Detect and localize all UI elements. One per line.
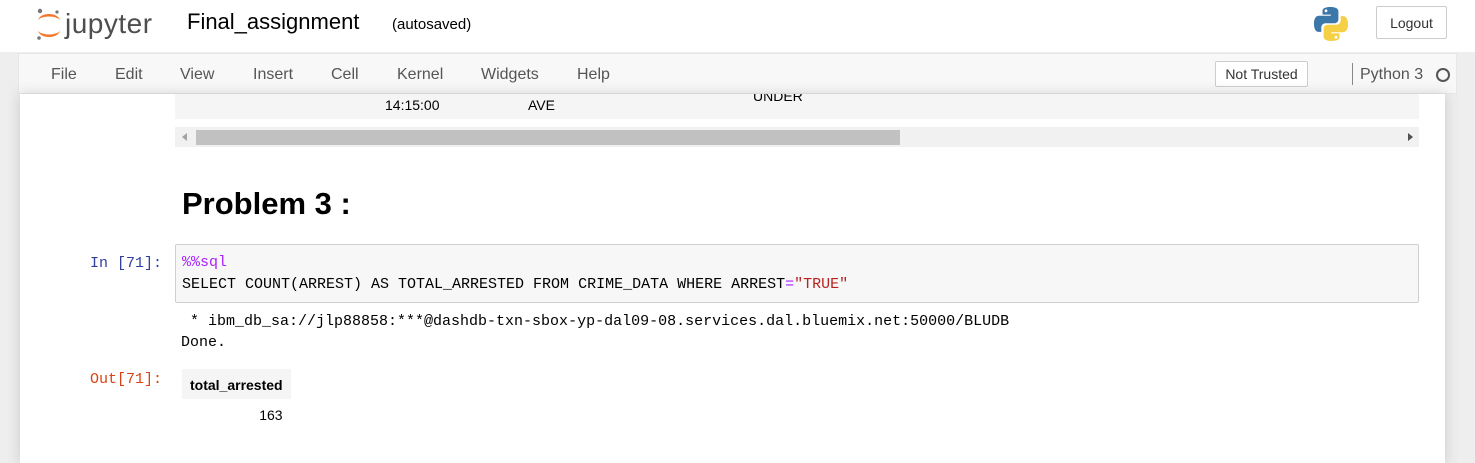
jupyter-logo-icon bbox=[37, 8, 60, 40]
jupyter-wordmark: jupyter bbox=[65, 8, 153, 39]
menu-cell[interactable]: Cell bbox=[331, 66, 359, 84]
scroll-left-arrow-icon[interactable] bbox=[182, 133, 187, 141]
sql-query-text: SELECT COUNT(ARREST) AS TOTAL_ARRESTED F… bbox=[182, 276, 786, 293]
stdout-connection-line: * ibm_db_sa://jlp88858:***@dashdb-txn-sb… bbox=[181, 313, 1010, 330]
result-cell: 163 bbox=[259, 407, 283, 423]
sql-operator: = bbox=[785, 276, 795, 293]
scroll-right-arrow-icon[interactable] bbox=[1408, 133, 1413, 141]
output-horizontal-scrollbar[interactable] bbox=[175, 127, 1419, 147]
logout-button[interactable]: Logout bbox=[1376, 6, 1447, 39]
autosave-status: (autosaved) bbox=[392, 16, 472, 33]
input-prompt: In [71]: bbox=[90, 255, 163, 272]
notebook-container: 14:15:00 AVE UNDER Problem 3 : In [71]: … bbox=[20, 94, 1445, 463]
table-cell-street: AVE bbox=[528, 97, 555, 113]
markdown-heading: Problem 3 : bbox=[182, 186, 351, 221]
scrollbar-thumb[interactable] bbox=[196, 130, 900, 145]
menu-kernel[interactable]: Kernel bbox=[397, 66, 443, 84]
code-line-2: SELECT COUNT(ARREST) AS TOTAL_ARRESTED F… bbox=[182, 276, 848, 293]
menu-insert[interactable]: Insert bbox=[253, 66, 293, 84]
kernel-idle-indicator-icon bbox=[1436, 68, 1450, 82]
menu-view[interactable]: View bbox=[180, 66, 214, 84]
menu-help[interactable]: Help bbox=[577, 66, 610, 84]
table-row: 163 bbox=[182, 399, 291, 429]
menu-file[interactable]: File bbox=[51, 66, 77, 84]
kernel-name[interactable]: Python 3 bbox=[1360, 66, 1423, 84]
code-line-1: %%sql bbox=[182, 254, 227, 271]
notebook-title[interactable]: Final_assignment bbox=[187, 9, 359, 35]
sql-magic: %%sql bbox=[182, 254, 228, 271]
not-trusted-button[interactable]: Not Trusted bbox=[1215, 61, 1308, 87]
result-table: total_arrested 163 bbox=[182, 369, 291, 429]
output-prompt: Out[71]: bbox=[90, 371, 163, 388]
code-input-area[interactable]: %%sql SELECT COUNT(ARREST) AS TOTAL_ARRE… bbox=[175, 244, 1419, 303]
result-column-header: total_arrested bbox=[182, 369, 291, 399]
table-cell-time: 14:15:00 bbox=[385, 97, 440, 113]
table-cell-desc: UNDER bbox=[753, 94, 803, 104]
menubar: File Edit View Insert Cell Kernel Widget… bbox=[18, 53, 1457, 94]
sql-string-literal: "TRUE" bbox=[794, 276, 849, 293]
jupyter-logo[interactable]: jupyter bbox=[35, 8, 170, 42]
previous-output-table-tail: 14:15:00 AVE UNDER bbox=[175, 94, 1419, 119]
notebook-header: jupyter Final_assignment (autosaved) Log… bbox=[0, 0, 1475, 52]
kernel-separator bbox=[1352, 63, 1353, 85]
menu-edit[interactable]: Edit bbox=[115, 66, 143, 84]
menu-widgets[interactable]: Widgets bbox=[481, 66, 539, 84]
python-logo-icon bbox=[1314, 7, 1348, 41]
stdout-done-line: Done. bbox=[181, 334, 227, 351]
